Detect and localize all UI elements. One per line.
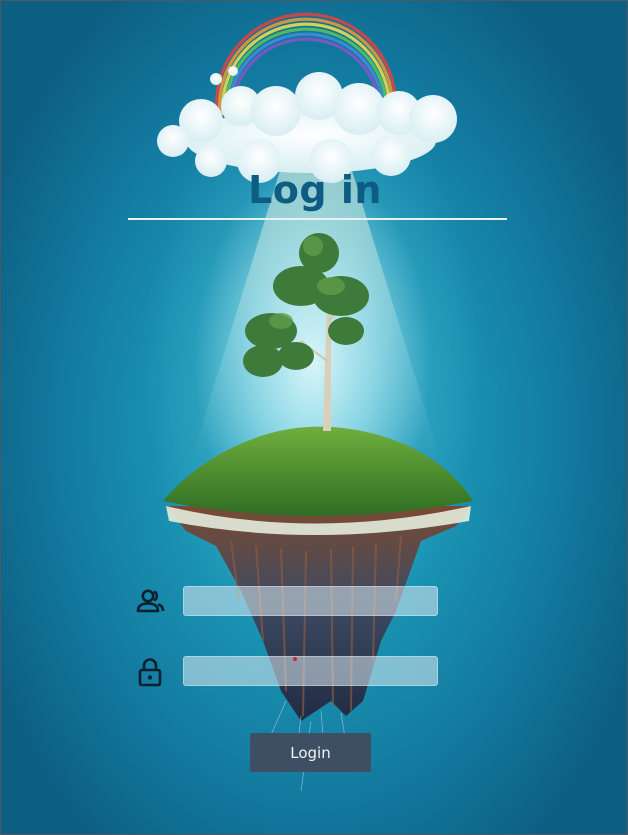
username-row bbox=[133, 586, 443, 618]
background-illustration bbox=[157, 12, 473, 792]
lock-icon bbox=[133, 656, 167, 688]
users-icon bbox=[133, 586, 167, 618]
tree bbox=[243, 233, 369, 431]
title-divider bbox=[128, 218, 507, 220]
password-row bbox=[133, 656, 443, 688]
username-input[interactable] bbox=[183, 586, 438, 616]
login-screen: Log in Login bbox=[0, 0, 628, 835]
cursor-marker bbox=[293, 657, 297, 661]
page-title: Log in bbox=[248, 168, 382, 212]
cloud bbox=[157, 66, 457, 183]
password-input[interactable] bbox=[183, 656, 438, 686]
login-button[interactable]: Login bbox=[250, 733, 371, 772]
